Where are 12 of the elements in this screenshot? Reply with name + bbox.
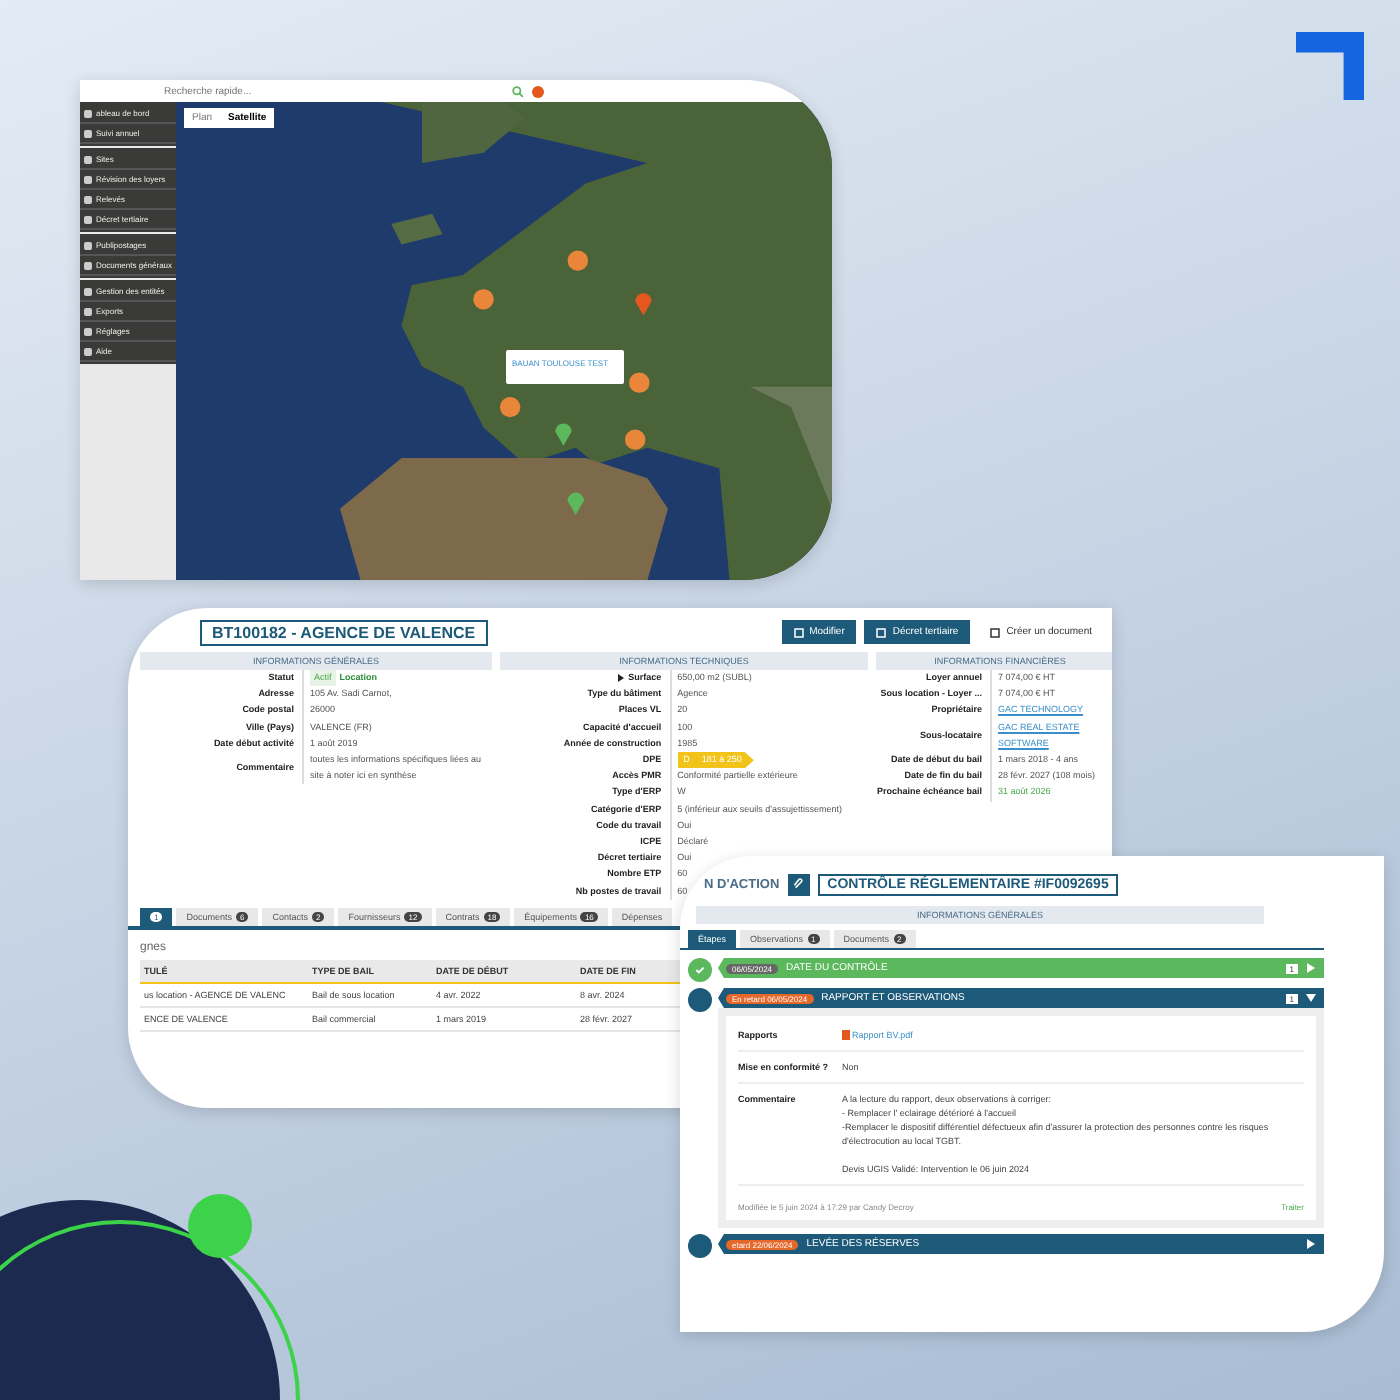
site-title: BT100182 - AGENCE DE VALENCE [200, 619, 488, 645]
decorative-circle [188, 1194, 252, 1258]
document-icon [793, 627, 804, 637]
pdf-file-icon [842, 1030, 850, 1040]
triangle-icon [618, 674, 625, 683]
user-avatar-icon[interactable] [532, 85, 544, 97]
document-icon [876, 627, 887, 637]
search-icon[interactable] [512, 85, 524, 97]
caret-icon[interactable] [1307, 1239, 1315, 1249]
caret-icon[interactable] [1306, 994, 1316, 1002]
paperclip-icon [787, 873, 810, 895]
document-icon [990, 627, 1001, 637]
